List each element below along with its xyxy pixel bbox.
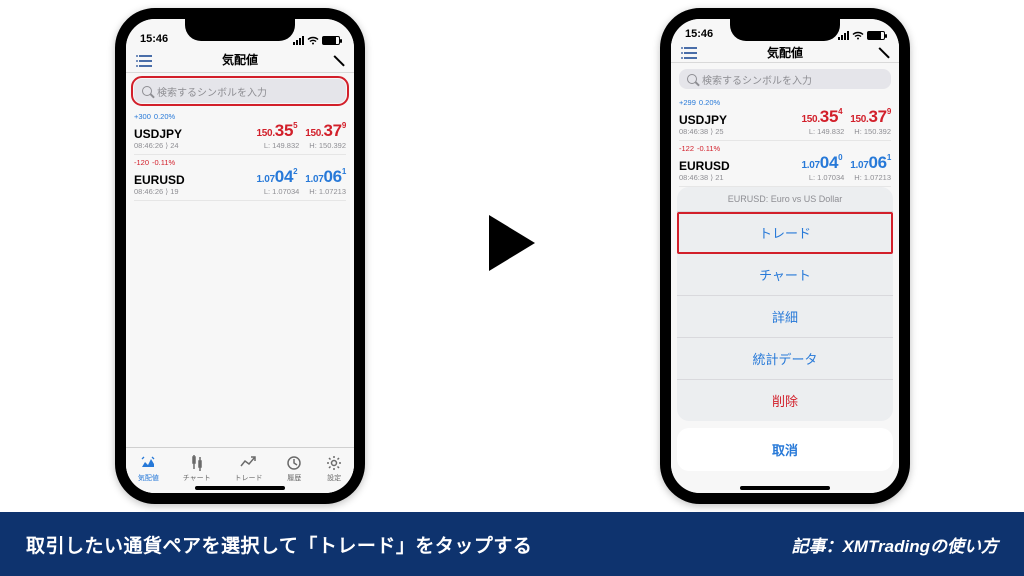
ask-price: 1.07061 bbox=[850, 153, 891, 173]
quote-timestamp: 08:46:26 ⟩ 19 bbox=[134, 187, 185, 196]
symbol-label: EURUSD bbox=[134, 173, 185, 187]
edit-icon[interactable] bbox=[330, 53, 344, 67]
bid-price: 150.354 bbox=[802, 107, 843, 127]
symbol-search-input[interactable]: 検索するシンボルを入力 bbox=[679, 69, 891, 89]
price-change-pct: -0.11% bbox=[697, 144, 720, 153]
quote-timestamp: 08:46:26 ⟩ 24 bbox=[134, 141, 182, 150]
price-change: -120 bbox=[134, 158, 149, 167]
tab-label: チャート bbox=[183, 473, 211, 483]
price-change-pct: 0.20% bbox=[154, 112, 175, 121]
ask-price: 150.379 bbox=[850, 107, 891, 127]
battery-icon bbox=[322, 36, 340, 45]
low-label: L: 1.07034 bbox=[809, 173, 844, 182]
wifi-icon bbox=[852, 31, 864, 40]
list-view-icon[interactable] bbox=[136, 52, 152, 68]
sheet-subtitle: EURUSD: Euro vs US Dollar bbox=[677, 187, 893, 212]
notch bbox=[730, 19, 840, 41]
ask-price: 1.07061 bbox=[305, 167, 346, 187]
search-icon bbox=[142, 86, 152, 96]
status-time: 15:46 bbox=[140, 33, 168, 45]
symbol-label: EURUSD bbox=[679, 159, 730, 173]
signal-icon bbox=[293, 36, 304, 45]
sheet-item-trade[interactable]: トレード bbox=[677, 212, 893, 254]
caption-text: 取引したい通貨ペアを選択して「トレード」をタップする bbox=[26, 531, 532, 558]
quote-list: +2990.20% USDJPY08:46:38 ⟩ 25 150.354 150.3… bbox=[671, 95, 899, 187]
search-placeholder: 検索するシンボルを入力 bbox=[702, 72, 812, 87]
edit-icon[interactable] bbox=[875, 45, 889, 59]
high-label: H: 1.07213 bbox=[854, 173, 891, 182]
navbar: 気配値 bbox=[671, 42, 899, 63]
price-change-pct: 0.20% bbox=[699, 98, 720, 107]
list-view-icon[interactable] bbox=[681, 44, 697, 60]
high-label: H: 150.392 bbox=[854, 127, 891, 136]
quote-row-usdjpy[interactable]: +3000.20% USDJPY08:46:26 ⟩ 24 150.355 150.3… bbox=[134, 109, 346, 155]
search-icon bbox=[687, 74, 697, 84]
price-change: +300 bbox=[134, 112, 151, 121]
quote-timestamp: 08:46:38 ⟩ 25 bbox=[679, 127, 727, 136]
tab-settings[interactable]: 設定 bbox=[326, 455, 342, 483]
quote-row-eurusd[interactable]: -120-0.11% EURUSD08:46:26 ⟩ 19 1.07042 1.07… bbox=[134, 155, 346, 201]
tab-label: トレード bbox=[234, 473, 262, 483]
tab-quotes[interactable]: 気配値 bbox=[138, 455, 159, 483]
low-label: L: 1.07034 bbox=[264, 187, 299, 196]
step-arrow-icon bbox=[489, 215, 535, 271]
symbol-label: USDJPY bbox=[134, 127, 182, 141]
notch bbox=[185, 19, 295, 41]
sheet-item-delete[interactable]: 削除 bbox=[677, 380, 893, 421]
home-indicator bbox=[195, 486, 285, 490]
ask-price: 150.379 bbox=[305, 121, 346, 141]
tab-history[interactable]: 履歴 bbox=[286, 455, 302, 483]
bid-price: 150.355 bbox=[257, 121, 298, 141]
battery-icon bbox=[867, 31, 885, 40]
quote-row-usdjpy[interactable]: +2990.20% USDJPY08:46:38 ⟩ 25 150.354 150.3… bbox=[679, 95, 891, 141]
price-change: -122 bbox=[679, 144, 694, 153]
phone-right: 15:46 気配値 検索するシンボルを入力 +2990.20%USDJPY08:… bbox=[660, 8, 910, 504]
high-label: H: 150.392 bbox=[309, 141, 346, 150]
quote-timestamp: 08:46:38 ⟩ 21 bbox=[679, 173, 730, 182]
sheet-item-details[interactable]: 詳細 bbox=[677, 296, 893, 338]
quote-list: +3000.20% USDJPY08:46:26 ⟩ 24 150.355 150.3… bbox=[126, 109, 354, 201]
action-sheet: EURUSD: Euro vs US Dollar トレードチャート詳細統計デー… bbox=[671, 187, 899, 493]
price-change-pct: -0.11% bbox=[152, 158, 175, 167]
tab-chart[interactable]: チャート bbox=[183, 455, 211, 483]
low-label: L: 149.832 bbox=[264, 141, 299, 150]
sheet-item-stats[interactable]: 統計データ bbox=[677, 338, 893, 380]
home-indicator bbox=[740, 486, 830, 490]
status-time: 15:46 bbox=[685, 28, 713, 40]
symbol-search-input[interactable]: 検索するシンボルを入力 bbox=[134, 79, 346, 103]
low-label: L: 149.832 bbox=[809, 127, 844, 136]
bid-price: 1.07042 bbox=[257, 167, 298, 187]
quote-row-eurusd[interactable]: -122-0.11% EURUSD08:46:38 ⟩ 21 1.07040 1.07… bbox=[679, 141, 891, 187]
sheet-cancel-button[interactable]: 取消 bbox=[677, 428, 893, 471]
high-label: H: 1.07213 bbox=[309, 187, 346, 196]
tab-label: 気配値 bbox=[138, 473, 159, 483]
sheet-item-chart[interactable]: チャート bbox=[677, 254, 893, 296]
tab-label: 設定 bbox=[327, 473, 341, 483]
navbar: 気配値 bbox=[126, 47, 354, 73]
wifi-icon bbox=[307, 36, 319, 45]
navbar-title: 気配値 bbox=[671, 44, 899, 61]
price-change: +299 bbox=[679, 98, 696, 107]
bid-price: 1.07040 bbox=[802, 153, 843, 173]
search-placeholder: 検索するシンボルを入力 bbox=[157, 84, 267, 99]
caption-bar: 取引したい通貨ペアを選択して「トレード」をタップする 記事：XMTradingの… bbox=[0, 512, 1024, 576]
signal-icon bbox=[838, 31, 849, 40]
symbol-label: USDJPY bbox=[679, 113, 727, 127]
navbar-title: 気配値 bbox=[126, 51, 354, 68]
tab-label: 履歴 bbox=[287, 473, 301, 483]
phone-left: 15:46 気配値 検索するシンボルを入力 +3000.20%USDJPY08:… bbox=[115, 8, 365, 504]
tab-trade[interactable]: トレード bbox=[234, 455, 262, 483]
caption-aside: 記事：XMTradingの使い方 bbox=[791, 532, 998, 557]
